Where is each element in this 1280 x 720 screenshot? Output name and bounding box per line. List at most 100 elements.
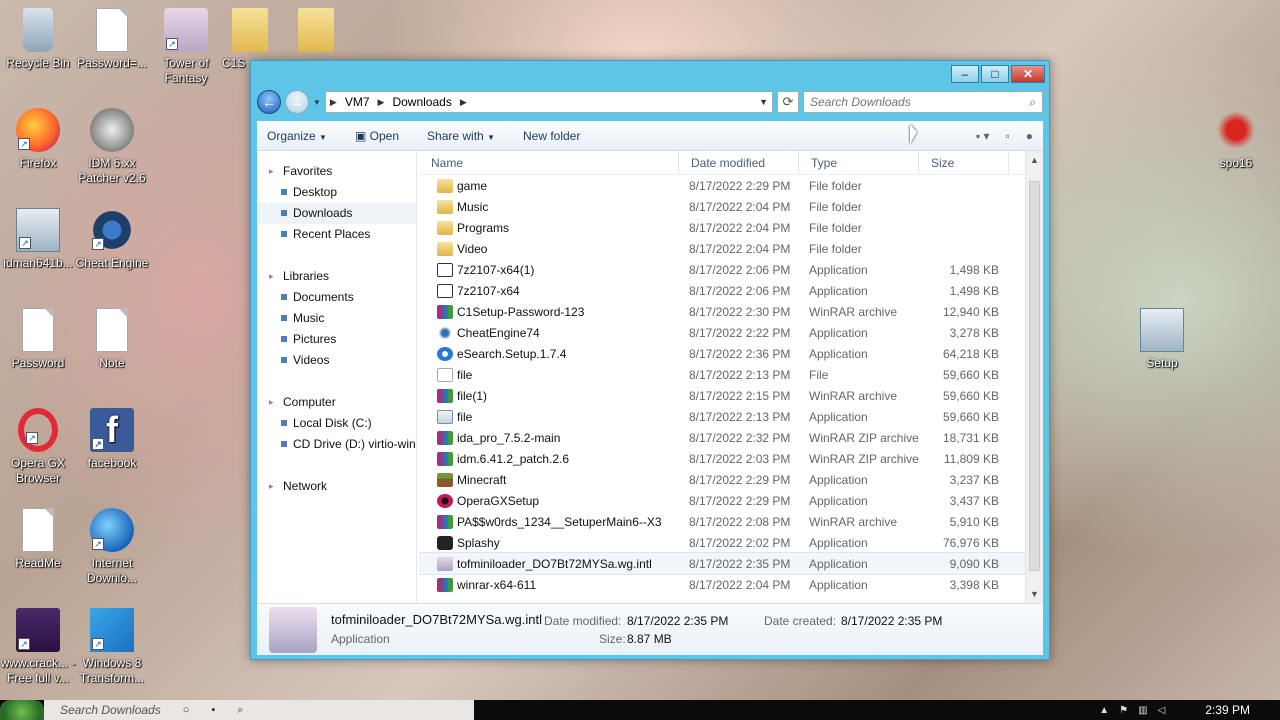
file-row[interactable]: game 8/17/2022 2:29 PM File folder	[419, 175, 1025, 196]
nav-documents[interactable]: Documents	[257, 287, 416, 308]
scroll-up-icon[interactable]: ▲	[1026, 151, 1043, 169]
file-row[interactable]: winrar-x64-611 8/17/2022 2:04 PM Applicati…	[419, 574, 1025, 595]
nav-local-disk[interactable]: Local Disk (C:)	[257, 413, 416, 434]
maximize-button[interactable]: □	[981, 65, 1009, 83]
breadcrumb-vm7[interactable]: VM7	[345, 95, 370, 109]
new-folder-button[interactable]: New folder	[523, 129, 580, 143]
organize-button[interactable]: Organize ▼	[267, 129, 327, 143]
desktop-icon-spo16[interactable]: spo16	[1198, 108, 1274, 171]
desktop-icon-cheat-engine[interactable]: ↗ Cheat Engine	[74, 208, 150, 271]
desktop-icon-setup[interactable]: Setup	[1124, 308, 1200, 371]
taskbar-search[interactable]: Search Downloads ○ ▪ ⌕	[44, 700, 474, 720]
open-button[interactable]: ▣ Open	[355, 129, 399, 143]
clock[interactable]: 2:39 PM	[1205, 703, 1250, 717]
search-box[interactable]: ⌕	[803, 91, 1043, 113]
address-dropdown-icon[interactable]: ▼	[759, 97, 768, 107]
desktop-icon-idm-patcher[interactable]: IDM 6.xx Patcher v2.6	[74, 108, 150, 186]
column-header-name[interactable]: Name	[419, 151, 679, 174]
nav-videos[interactable]: Videos	[257, 350, 416, 371]
file-row[interactable]: eSearch.Setup.1.7.4 8/17/2022 2:36 PM Appl…	[419, 343, 1025, 364]
nav-favorites[interactable]: Favorites	[257, 161, 416, 182]
column-header-size[interactable]: Size	[919, 151, 1009, 174]
file-row[interactable]: file(1) 8/17/2022 2:15 PM WinRAR archive 59…	[419, 385, 1025, 406]
desktop-icon-firefox[interactable]: ↗ Firefox	[0, 108, 76, 171]
breadcrumb-downloads[interactable]: Downloads	[392, 95, 451, 109]
file-row[interactable]: idm.6.41.2_patch.2.6 8/17/2022 2:03 PM Win…	[419, 448, 1025, 469]
desktop-icon-windows8[interactable]: ↗ Windows 8 Transform...	[74, 608, 150, 686]
file-row[interactable]: 7z2107-x64(1) 8/17/2022 2:06 PM Applicatio…	[419, 259, 1025, 280]
desktop-icon-idman[interactable]: ↗ idman641b...	[0, 208, 76, 271]
file-rows: game 8/17/2022 2:29 PM File folder Music 8/1…	[419, 175, 1025, 595]
desktop-icon-password-file[interactable]: Password=...	[74, 8, 150, 71]
help-icon[interactable]: ●	[1026, 129, 1033, 143]
search-icon[interactable]: ⌕	[1029, 95, 1036, 110]
flag-icon[interactable]: ⚑	[1119, 705, 1128, 716]
refresh-button[interactable]: ⟳	[777, 91, 799, 113]
file-row[interactable]: OperaGXSetup 8/17/2022 2:29 PM Application…	[419, 490, 1025, 511]
file-row[interactable]: ida_pro_7.5.2-main 8/17/2022 2:32 PM WinRA…	[419, 427, 1025, 448]
opera-icon[interactable]: ○	[183, 704, 190, 716]
preview-pane-icon[interactable]: ▫	[1005, 129, 1009, 143]
details-modified-value: 8/17/2022 2:35 PM	[627, 614, 729, 628]
file-date: 8/17/2022 2:32 PM	[689, 430, 791, 445]
start-button[interactable]	[0, 700, 44, 720]
opera-gx-icon: ↗	[18, 408, 58, 452]
breadcrumb-root-icon[interactable]: ▶	[330, 97, 337, 108]
file-row[interactable]: Music 8/17/2022 2:04 PM File folder	[419, 196, 1025, 217]
desktop-icon-opera-gx[interactable]: ↗ Opera GX Browser	[0, 408, 76, 486]
file-row[interactable]: file 8/17/2022 2:13 PM Application 59,660 K…	[419, 406, 1025, 427]
tray-chevron-up-icon[interactable]: ▲	[1099, 705, 1109, 716]
desktop-icon-folder[interactable]	[296, 8, 336, 56]
column-header-date[interactable]: Date modified	[679, 151, 799, 174]
new-folder-label: New folder	[522, 128, 581, 143]
file-row[interactable]: PA$$w0rds_1234__SetuperMain6--X3 8/17/202…	[419, 511, 1025, 532]
nav-network[interactable]: Network	[257, 476, 416, 497]
desktop-icon-internet-download[interactable]: ↗ Internet Downlo...	[74, 508, 150, 586]
scroll-down-icon[interactable]: ▼	[1026, 585, 1043, 603]
nav-libraries[interactable]: Libraries	[257, 266, 416, 287]
desktop-icon-note[interactable]: Note	[74, 308, 150, 371]
file-row[interactable]: Minecraft 8/17/2022 2:29 PM Application 3,2…	[419, 469, 1025, 490]
nav-desktop[interactable]: Desktop	[257, 182, 416, 203]
nav-cd-drive[interactable]: CD Drive (D:) virtio-win	[257, 434, 416, 455]
column-header-type[interactable]: Type	[799, 151, 919, 174]
share-with-button[interactable]: Share with ▼	[427, 129, 495, 143]
recent-pages-icon[interactable]: ▼	[313, 98, 321, 107]
file-row[interactable]: CheatEngine74 8/17/2022 2:22 PM Applicatio…	[419, 322, 1025, 343]
back-button[interactable]: ←	[257, 90, 281, 114]
search-input[interactable]	[810, 95, 1030, 109]
nav-computer[interactable]: Computer	[257, 392, 416, 413]
desktop-icon-readme[interactable]: ReadMe	[0, 508, 76, 571]
vertical-scrollbar[interactable]: ▲ ▼	[1025, 151, 1043, 603]
forward-button[interactable]: →	[285, 90, 309, 114]
desktop-icon-facebook[interactable]: f ↗ facebook	[74, 408, 150, 471]
breadcrumb-separator-icon[interactable]: ▶	[378, 97, 385, 108]
desktop-icon-password[interactable]: Password	[0, 308, 76, 371]
nav-downloads[interactable]: Downloads	[257, 203, 416, 224]
file-row[interactable]: 7z2107-x64 8/17/2022 2:06 PM Application 1,…	[419, 280, 1025, 301]
nav-music[interactable]: Music	[257, 308, 416, 329]
desktop-icon-tower-of-fantasy[interactable]: ↗ Tower of Fantasy	[148, 8, 224, 86]
nav-pictures[interactable]: Pictures	[257, 329, 416, 350]
minimize-button[interactable]: –	[951, 65, 979, 83]
nav-recent-places[interactable]: Recent Places	[257, 224, 416, 245]
file-row[interactable]: Programs 8/17/2022 2:04 PM File folder	[419, 217, 1025, 238]
change-view-icon[interactable]: ▪ ▾	[976, 129, 990, 143]
pinned-app-icon[interactable]: ▪	[211, 704, 215, 716]
breadcrumb-separator-icon[interactable]: ▶	[460, 97, 467, 108]
file-row[interactable]: Video 8/17/2022 2:04 PM File folder	[419, 238, 1025, 259]
file-row[interactable]: file 8/17/2022 2:13 PM File 59,660 KB	[419, 364, 1025, 385]
scrollbar-thumb[interactable]	[1029, 181, 1040, 571]
file-name: file	[457, 367, 473, 382]
desktop-icon-crack-site[interactable]: ↗ www.crack... - Free full v...	[0, 608, 76, 686]
close-button[interactable]: ✕	[1011, 65, 1045, 83]
file-row[interactable]: Splashy 8/17/2022 2:02 PM Application 76,97…	[419, 532, 1025, 553]
desktop-icon-recycle-bin[interactable]: Recycle Bin	[0, 8, 76, 71]
volume-icon[interactable]: ◁	[1158, 705, 1166, 716]
address-bar[interactable]: ▶ VM7 ▶ Downloads ▶ ▼	[324, 91, 773, 113]
file-row[interactable]: tofminiloader_DO7Bt72MYSa.wg.intl 8/17/20…	[419, 552, 1025, 575]
file-row[interactable]: C1Setup-Password-123 8/17/2022 2:30 PM Win…	[419, 301, 1025, 322]
network-icon[interactable]: ▥	[1138, 705, 1147, 716]
file-type: Application	[809, 262, 868, 277]
search-icon[interactable]: ⌕	[237, 704, 243, 717]
